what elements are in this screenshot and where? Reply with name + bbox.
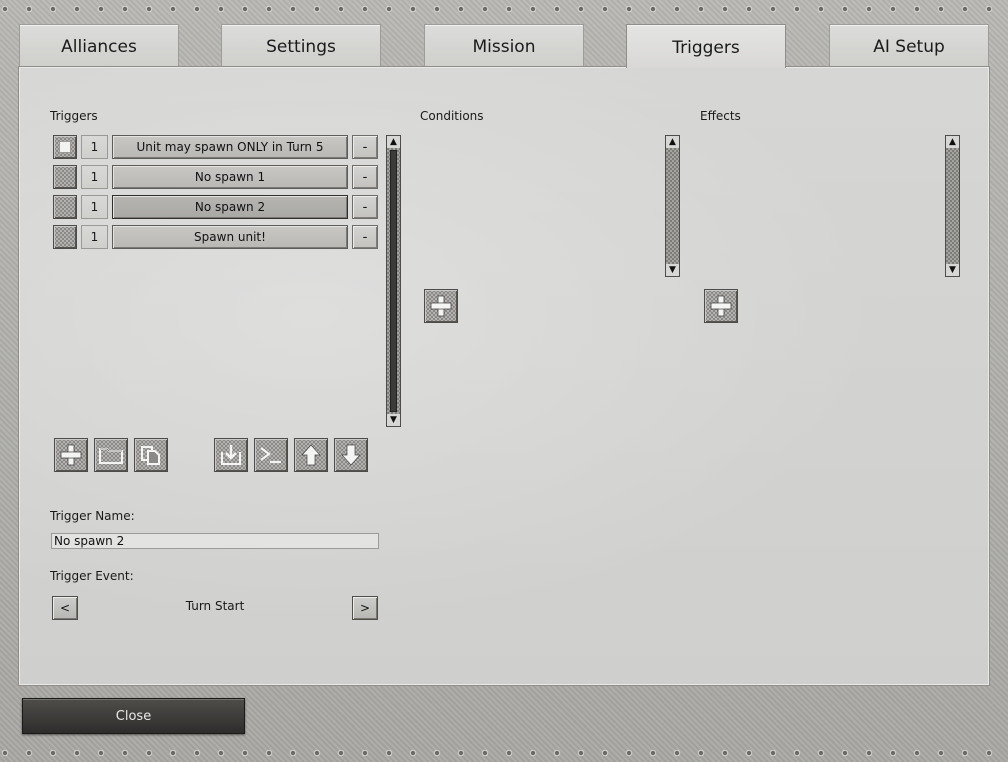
trigger-count[interactable]: 1 [81, 135, 108, 159]
tab-mission[interactable]: Mission [424, 24, 584, 66]
scroll-up-icon[interactable]: ▲ [946, 136, 959, 148]
console-icon [260, 447, 281, 464]
arrow-down-icon [341, 444, 361, 466]
trigger-name-button[interactable]: Unit may spawn ONLY in Turn 5 [112, 135, 348, 159]
copy-icon [141, 446, 160, 465]
trigger-event-prev-button[interactable]: < [52, 596, 78, 620]
add-effect-button[interactable] [704, 289, 738, 323]
trigger-count[interactable]: 1 [81, 165, 108, 189]
plus-icon [710, 295, 732, 317]
trigger-count[interactable]: 1 [81, 225, 108, 249]
trigger-name-button[interactable]: No spawn 1 [112, 165, 348, 189]
conditions-heading: Conditions [420, 109, 484, 123]
folder-button[interactable] [94, 438, 128, 472]
plus-icon [430, 295, 452, 317]
trigger-remove-button[interactable]: - [352, 165, 378, 189]
scroll-track[interactable] [390, 150, 397, 412]
import-icon [221, 445, 241, 465]
trigger-remove-button[interactable]: - [352, 135, 378, 159]
trigger-name-button[interactable]: Spawn unit! [112, 225, 348, 249]
trigger-name-input[interactable] [51, 533, 379, 549]
script-console-button[interactable] [254, 438, 288, 472]
trigger-event-label: Trigger Event: [50, 569, 134, 583]
trigger-remove-button[interactable]: - [352, 195, 378, 219]
add-trigger-button[interactable] [54, 438, 88, 472]
trigger-remove-button[interactable]: - [352, 225, 378, 249]
trigger-enable-checkbox[interactable] [53, 135, 77, 159]
scroll-down-icon[interactable]: ▼ [666, 264, 679, 276]
import-trigger-button[interactable] [214, 438, 248, 472]
move-up-button[interactable] [294, 438, 328, 472]
trigger-enable-checkbox[interactable] [53, 165, 77, 189]
scroll-down-icon[interactable]: ▼ [946, 264, 959, 276]
triggers-heading: Triggers [50, 109, 98, 123]
trigger-name-label: Trigger Name: [50, 509, 135, 523]
effects-scrollbar[interactable]: ▲ ▼ [945, 135, 960, 277]
plus-icon [60, 444, 82, 466]
move-down-button[interactable] [334, 438, 368, 472]
scroll-up-icon[interactable]: ▲ [387, 136, 400, 148]
trigger-event-value: Turn Start [185, 599, 245, 613]
trigger-enable-checkbox[interactable] [53, 225, 77, 249]
conditions-scrollbar[interactable]: ▲ ▼ [665, 135, 680, 277]
check-mark-icon [59, 141, 71, 153]
folder-icon [99, 448, 123, 464]
tab-triggers[interactable]: Triggers [626, 24, 786, 68]
scroll-down-icon[interactable]: ▼ [387, 414, 400, 426]
trigger-enable-checkbox[interactable] [53, 195, 77, 219]
frame-rivets-top [0, 4, 1008, 14]
close-button[interactable]: Close [22, 698, 245, 734]
trigger-event-next-button[interactable]: > [352, 596, 378, 620]
tab-settings[interactable]: Settings [221, 24, 381, 66]
trigger-list-scrollbar[interactable]: ▲ ▼ [386, 135, 401, 427]
add-condition-button[interactable] [424, 289, 458, 323]
triggers-panel [18, 66, 990, 686]
duplicate-trigger-button[interactable] [134, 438, 168, 472]
effects-heading: Effects [700, 109, 741, 123]
trigger-name-button-selected[interactable]: No spawn 2 [112, 195, 348, 219]
tab-ai-setup[interactable]: AI Setup [829, 24, 989, 66]
scroll-up-icon[interactable]: ▲ [666, 136, 679, 148]
arrow-up-icon [301, 444, 321, 466]
tab-alliances[interactable]: Alliances [19, 24, 179, 66]
trigger-count[interactable]: 1 [81, 195, 108, 219]
frame-rivets-bottom [0, 748, 1008, 758]
